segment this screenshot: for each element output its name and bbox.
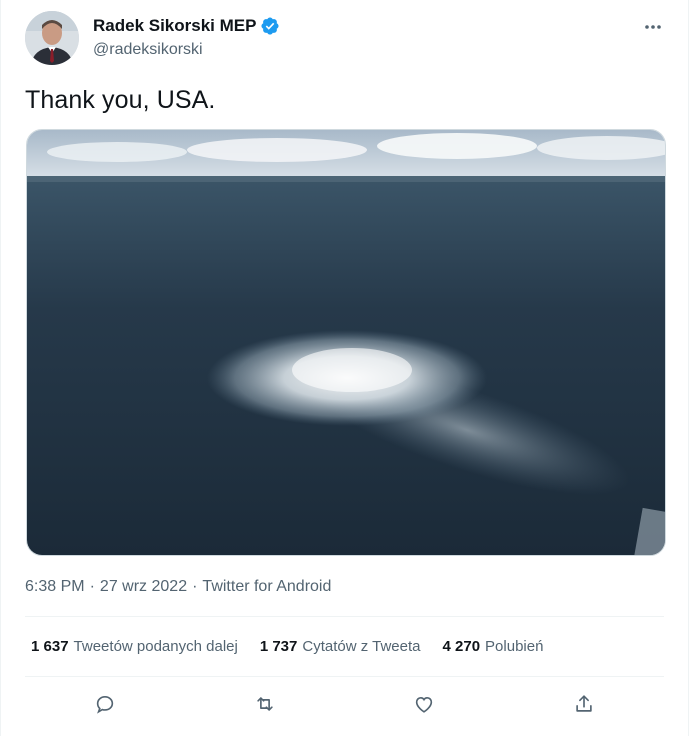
avatar[interactable]: [25, 11, 79, 65]
tweet-stats: 1 637 Tweetów podanych dalej 1 737 Cytat…: [31, 638, 543, 655]
name-row: Radek Sikorski MEP: [93, 15, 280, 37]
retweet-icon[interactable]: [247, 686, 283, 722]
divider: [25, 616, 664, 617]
likes-count: 4 270: [442, 638, 481, 655]
likes-label: Polubień: [485, 638, 544, 655]
retweets-stat[interactable]: 1 637 Tweetów podanych dalej: [31, 638, 238, 655]
tweet-card: Radek Sikorski MEP @radeksikorski Thank …: [0, 0, 689, 736]
tweet-time[interactable]: 6:38 PM: [25, 578, 85, 596]
retweets-label: Tweetów podanych dalej: [73, 638, 238, 655]
like-icon[interactable]: [406, 686, 442, 722]
meta-separator: ·: [89, 578, 95, 595]
share-icon[interactable]: [566, 686, 602, 722]
retweets-count: 1 637: [31, 638, 69, 655]
verified-badge-icon: [260, 16, 280, 36]
tweet-date[interactable]: 27 wrz 2022: [100, 578, 187, 596]
tweet-meta: 6:38 PM · 27 wrz 2022 · Twitter for Andr…: [25, 578, 331, 596]
more-options-icon[interactable]: [642, 19, 664, 35]
display-name[interactable]: Radek Sikorski MEP: [93, 16, 256, 36]
likes-stat[interactable]: 4 270 Polubień: [443, 638, 544, 655]
handle[interactable]: @radeksikorski: [93, 41, 280, 59]
sea-photo-image: [27, 130, 665, 555]
author-names: Radek Sikorski MEP @radeksikorski: [93, 15, 280, 59]
meta-separator: ·: [192, 578, 198, 595]
tweet-photo[interactable]: [26, 129, 666, 556]
avatar-photo: [25, 11, 79, 65]
tweet-header: Radek Sikorski MEP @radeksikorski: [25, 11, 672, 67]
reply-icon[interactable]: [87, 686, 123, 722]
quotes-stat[interactable]: 1 737 Cytatów z Tweeta: [260, 638, 421, 655]
tweet-text: Thank you, USA.: [25, 86, 216, 114]
quotes-label: Cytatów z Tweeta: [302, 638, 421, 655]
divider: [25, 676, 664, 677]
tweet-actions: [25, 686, 664, 722]
quotes-count: 1 737: [259, 638, 298, 655]
tweet-source[interactable]: Twitter for Android: [202, 578, 331, 596]
